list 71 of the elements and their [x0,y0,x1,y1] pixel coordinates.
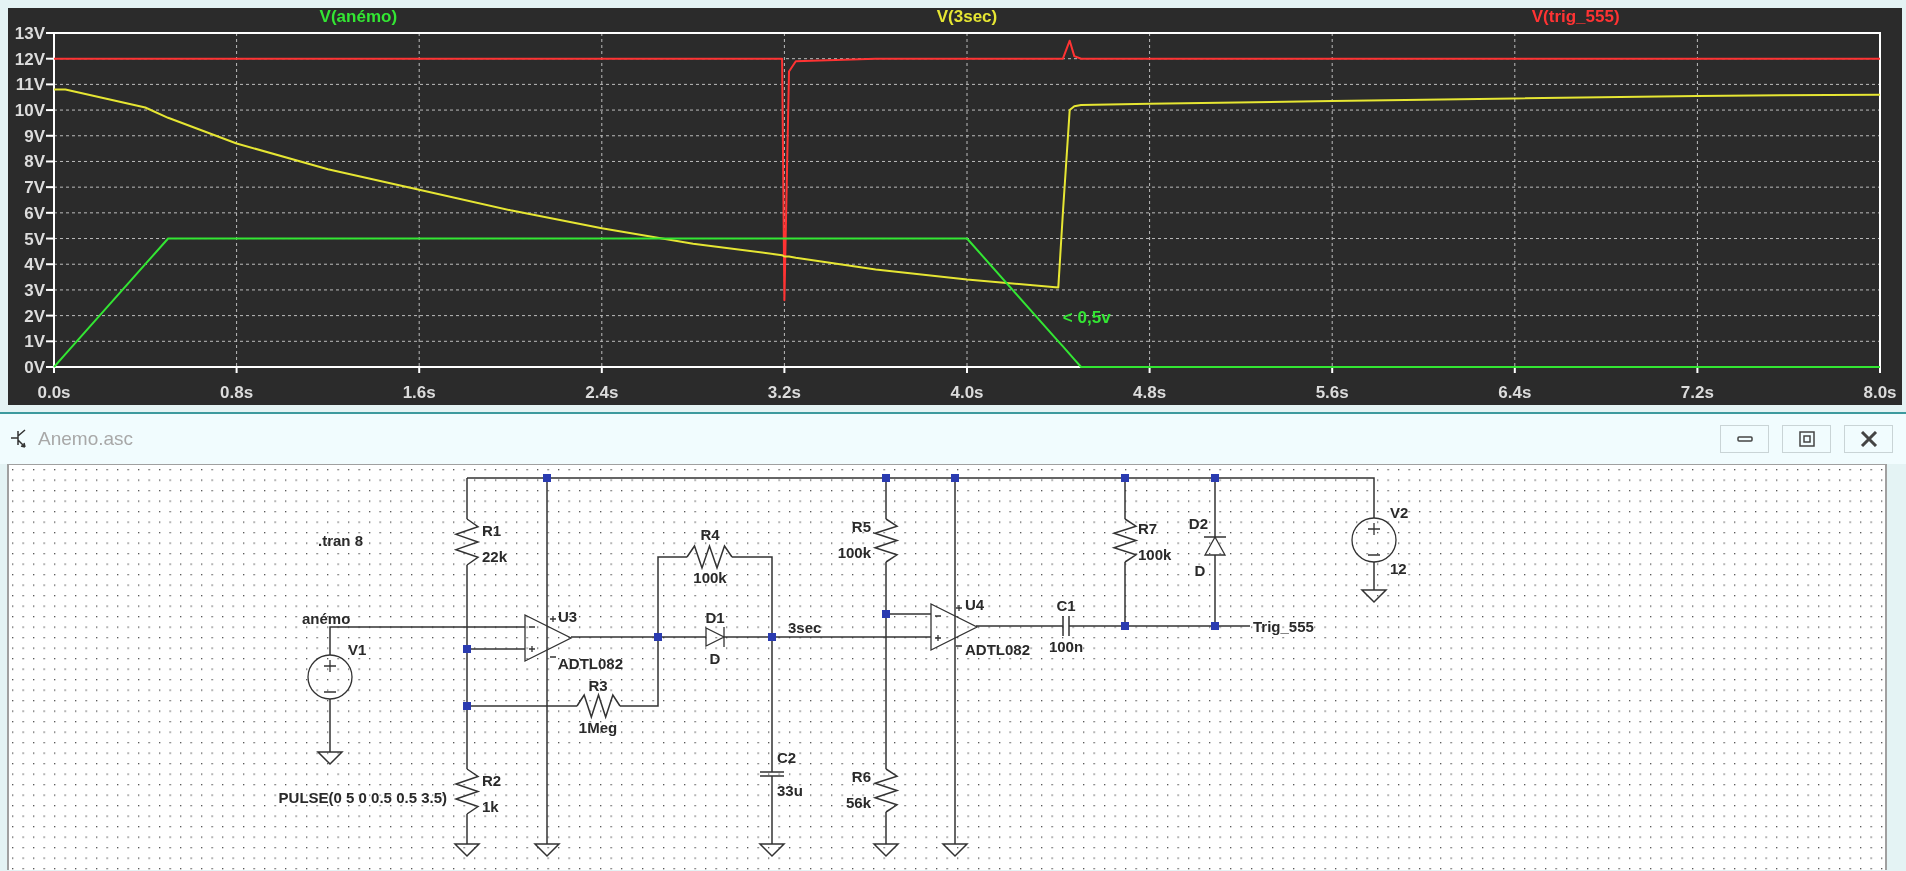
annotation-text: < 0,5v [1062,308,1111,328]
component-name: R4 [700,526,720,543]
axis-tick-label: 0V [24,358,45,377]
component-name: R7 [1138,520,1158,537]
component-value: 12 [1390,560,1407,577]
spice-directive: .tran 8 [318,532,363,549]
axis-tick-label: 2V [24,306,45,326]
component-value: 100k [837,544,871,561]
minimize-button[interactable] [1720,425,1769,453]
axis-tick-label: 10V [14,101,45,121]
trace-label: V(3sec) [936,8,998,26]
component-name: U4 [965,596,985,613]
axis-tick-label: 1V [24,332,45,352]
component-value: D [1194,562,1206,579]
component-name: D2 [1188,515,1208,532]
axis-tick-label: 5.6s [1315,383,1349,402]
component-name: C1 [1056,597,1076,614]
trace-label: V(trig_555) [1531,8,1620,26]
component-value: 33u [777,782,803,799]
component-value: 1k [482,798,499,815]
component-name: R6 [851,768,871,785]
axis-tick-label: 13V [14,24,45,43]
trace-label: V(anémo) [319,8,398,26]
maximize-icon [1798,431,1815,447]
component-value: 56k [845,794,871,811]
component-value: ADTL082 [965,641,1031,658]
close-button[interactable] [1844,425,1893,453]
axis-tick-label: 4.0s [950,383,984,402]
axis-tick-label: 3.2s [767,383,801,402]
net-label: anémo [302,610,351,627]
axis-tick-label: 0.8s [220,383,254,402]
component-name: V2 [1390,504,1409,521]
component-value: D [709,650,721,667]
axis-tick-label: 2.4s [585,383,619,402]
axis-tick-label: 4V [24,255,45,275]
minimize-icon [1736,436,1753,442]
axis-tick-label: 9V [24,126,45,146]
component-name: D1 [705,609,725,626]
net-label: 3sec [788,619,822,636]
axis-tick-label: 0.0s [37,383,71,402]
component-value: ADTL082 [558,655,624,672]
net-label: Trig_555 [1253,618,1314,635]
axis-tick-label: 8V [24,152,45,172]
window-title: Anemo.asc [38,428,135,450]
component-name: R1 [482,522,502,539]
component-name: C2 [777,749,797,766]
transistor-icon [10,429,28,449]
component-value: 100k [1138,546,1172,563]
component-name: R3 [588,677,608,694]
component-value: 100k [693,569,727,586]
axis-tick-label: 7V [24,178,45,198]
component-value: PULSE(0 5 0 0.5 0.5 3.5) [278,789,447,806]
component-name: V1 [348,641,367,658]
component-name: R5 [851,518,871,535]
axis-tick-label: 4.8s [1133,383,1167,402]
component-value: 100n [1048,638,1084,655]
component-name: U3 [558,608,578,625]
component-value: 22k [482,548,508,565]
axis-tick-label: 6V [24,203,45,223]
axis-tick-label: 3V [24,280,45,300]
axis-tick-label: 1.6s [402,383,436,402]
maximize-button[interactable] [1782,425,1831,453]
axis-tick-label: 12V [14,49,45,69]
component-name: R2 [482,772,502,789]
axis-tick-label: 7.2s [1680,383,1714,402]
close-icon [1859,431,1878,447]
component-value: 1Meg [578,719,618,736]
axis-tick-label: 8.0s [1863,383,1897,402]
axis-tick-label: 5V [24,229,45,249]
axis-tick-label: 6.4s [1498,383,1532,402]
axis-tick-label: 11V [15,75,45,95]
